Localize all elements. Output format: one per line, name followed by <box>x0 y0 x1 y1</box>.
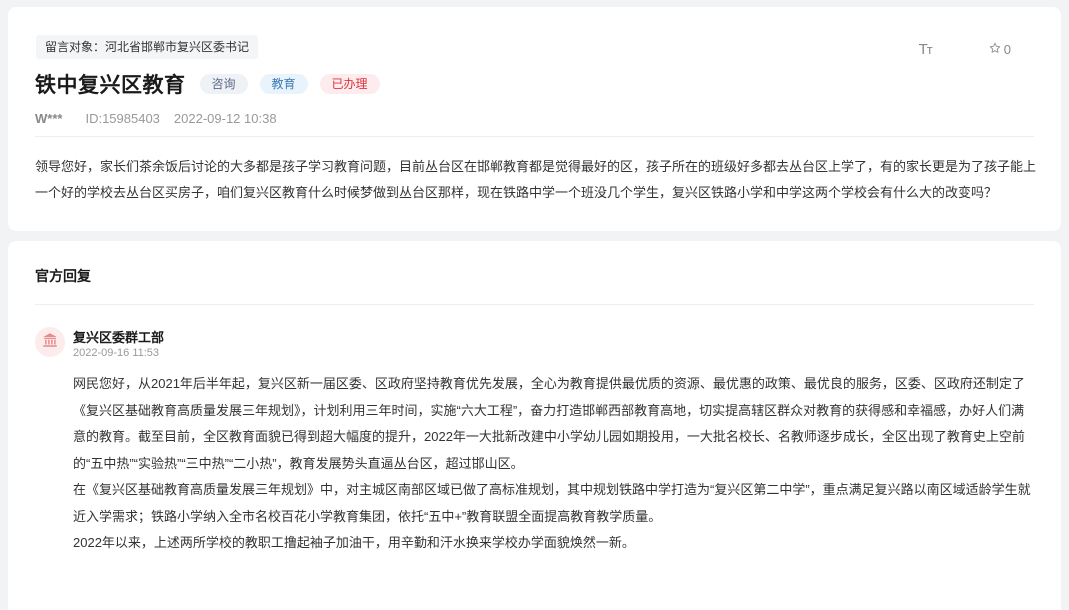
government-building-icon <box>41 331 59 354</box>
tag-status: 已办理 <box>319 74 380 94</box>
message-time: 2022-09-12 10:38 <box>173 111 277 126</box>
font-size-icon[interactable]: Tт <box>919 41 933 58</box>
message-meta: W*** ID:15985403 2022-09-12 10:38 <box>35 111 277 126</box>
title-row: 铁中复兴区教育 咨询 教育 已办理 <box>35 70 380 98</box>
message-author: W*** <box>35 111 63 126</box>
divider <box>35 304 1034 305</box>
star-outline-icon <box>989 42 1001 57</box>
divider <box>35 136 1034 137</box>
message-tools: Tт 0 <box>919 41 1011 58</box>
reply-department: 复兴区委群工部 <box>73 330 165 345</box>
reply-paragraph: 2022年以来，上述两所学校的教职工撸起袖子加油干，用辛勤和汗水换来学校办学面貌… <box>73 535 635 550</box>
favorite-button[interactable]: 0 <box>989 42 1011 57</box>
tag-category: 咨询 <box>199 74 248 94</box>
reply-card: 官方回复 复兴区委群工部 2022-09-16 11:53 网民您好，从2021… <box>8 241 1061 610</box>
tag-domain: 教育 <box>259 74 308 94</box>
message-id: ID:15985403 <box>85 111 160 126</box>
page-title: 铁中复兴区教育 <box>35 74 186 97</box>
reply-body: 网民您好，从2021年后半年起，复兴区新一届区委、区政府坚持教育优先发展，全心为… <box>73 371 1037 557</box>
message-target-chip: 留言对象：河北省邯郸市复兴区委书记 <box>36 35 259 59</box>
star-count: 0 <box>1003 42 1011 57</box>
message-body: 领导您好，家长们茶余饭后讨论的大多都是孩子学习教育问题，目前丛台区在邯郸教育都是… <box>35 159 1037 200</box>
reply-heading: 官方回复 <box>35 268 91 284</box>
reply-time: 2022-09-16 11:53 <box>73 347 160 359</box>
message-card: 留言对象：河北省邯郸市复兴区委书记 Tт 0 铁中复兴区教育 咨询 教育 已办理… <box>8 7 1061 231</box>
avatar <box>35 327 65 357</box>
reply-paragraph: 网民您好，从2021年后半年起，复兴区新一届区委、区政府坚持教育优先发展，全心为… <box>73 376 1025 471</box>
reply-paragraph: 在《复兴区基础教育高质量发展三年规划》中，对主城区南部区域已做了高标准规划，其中… <box>73 482 1031 524</box>
